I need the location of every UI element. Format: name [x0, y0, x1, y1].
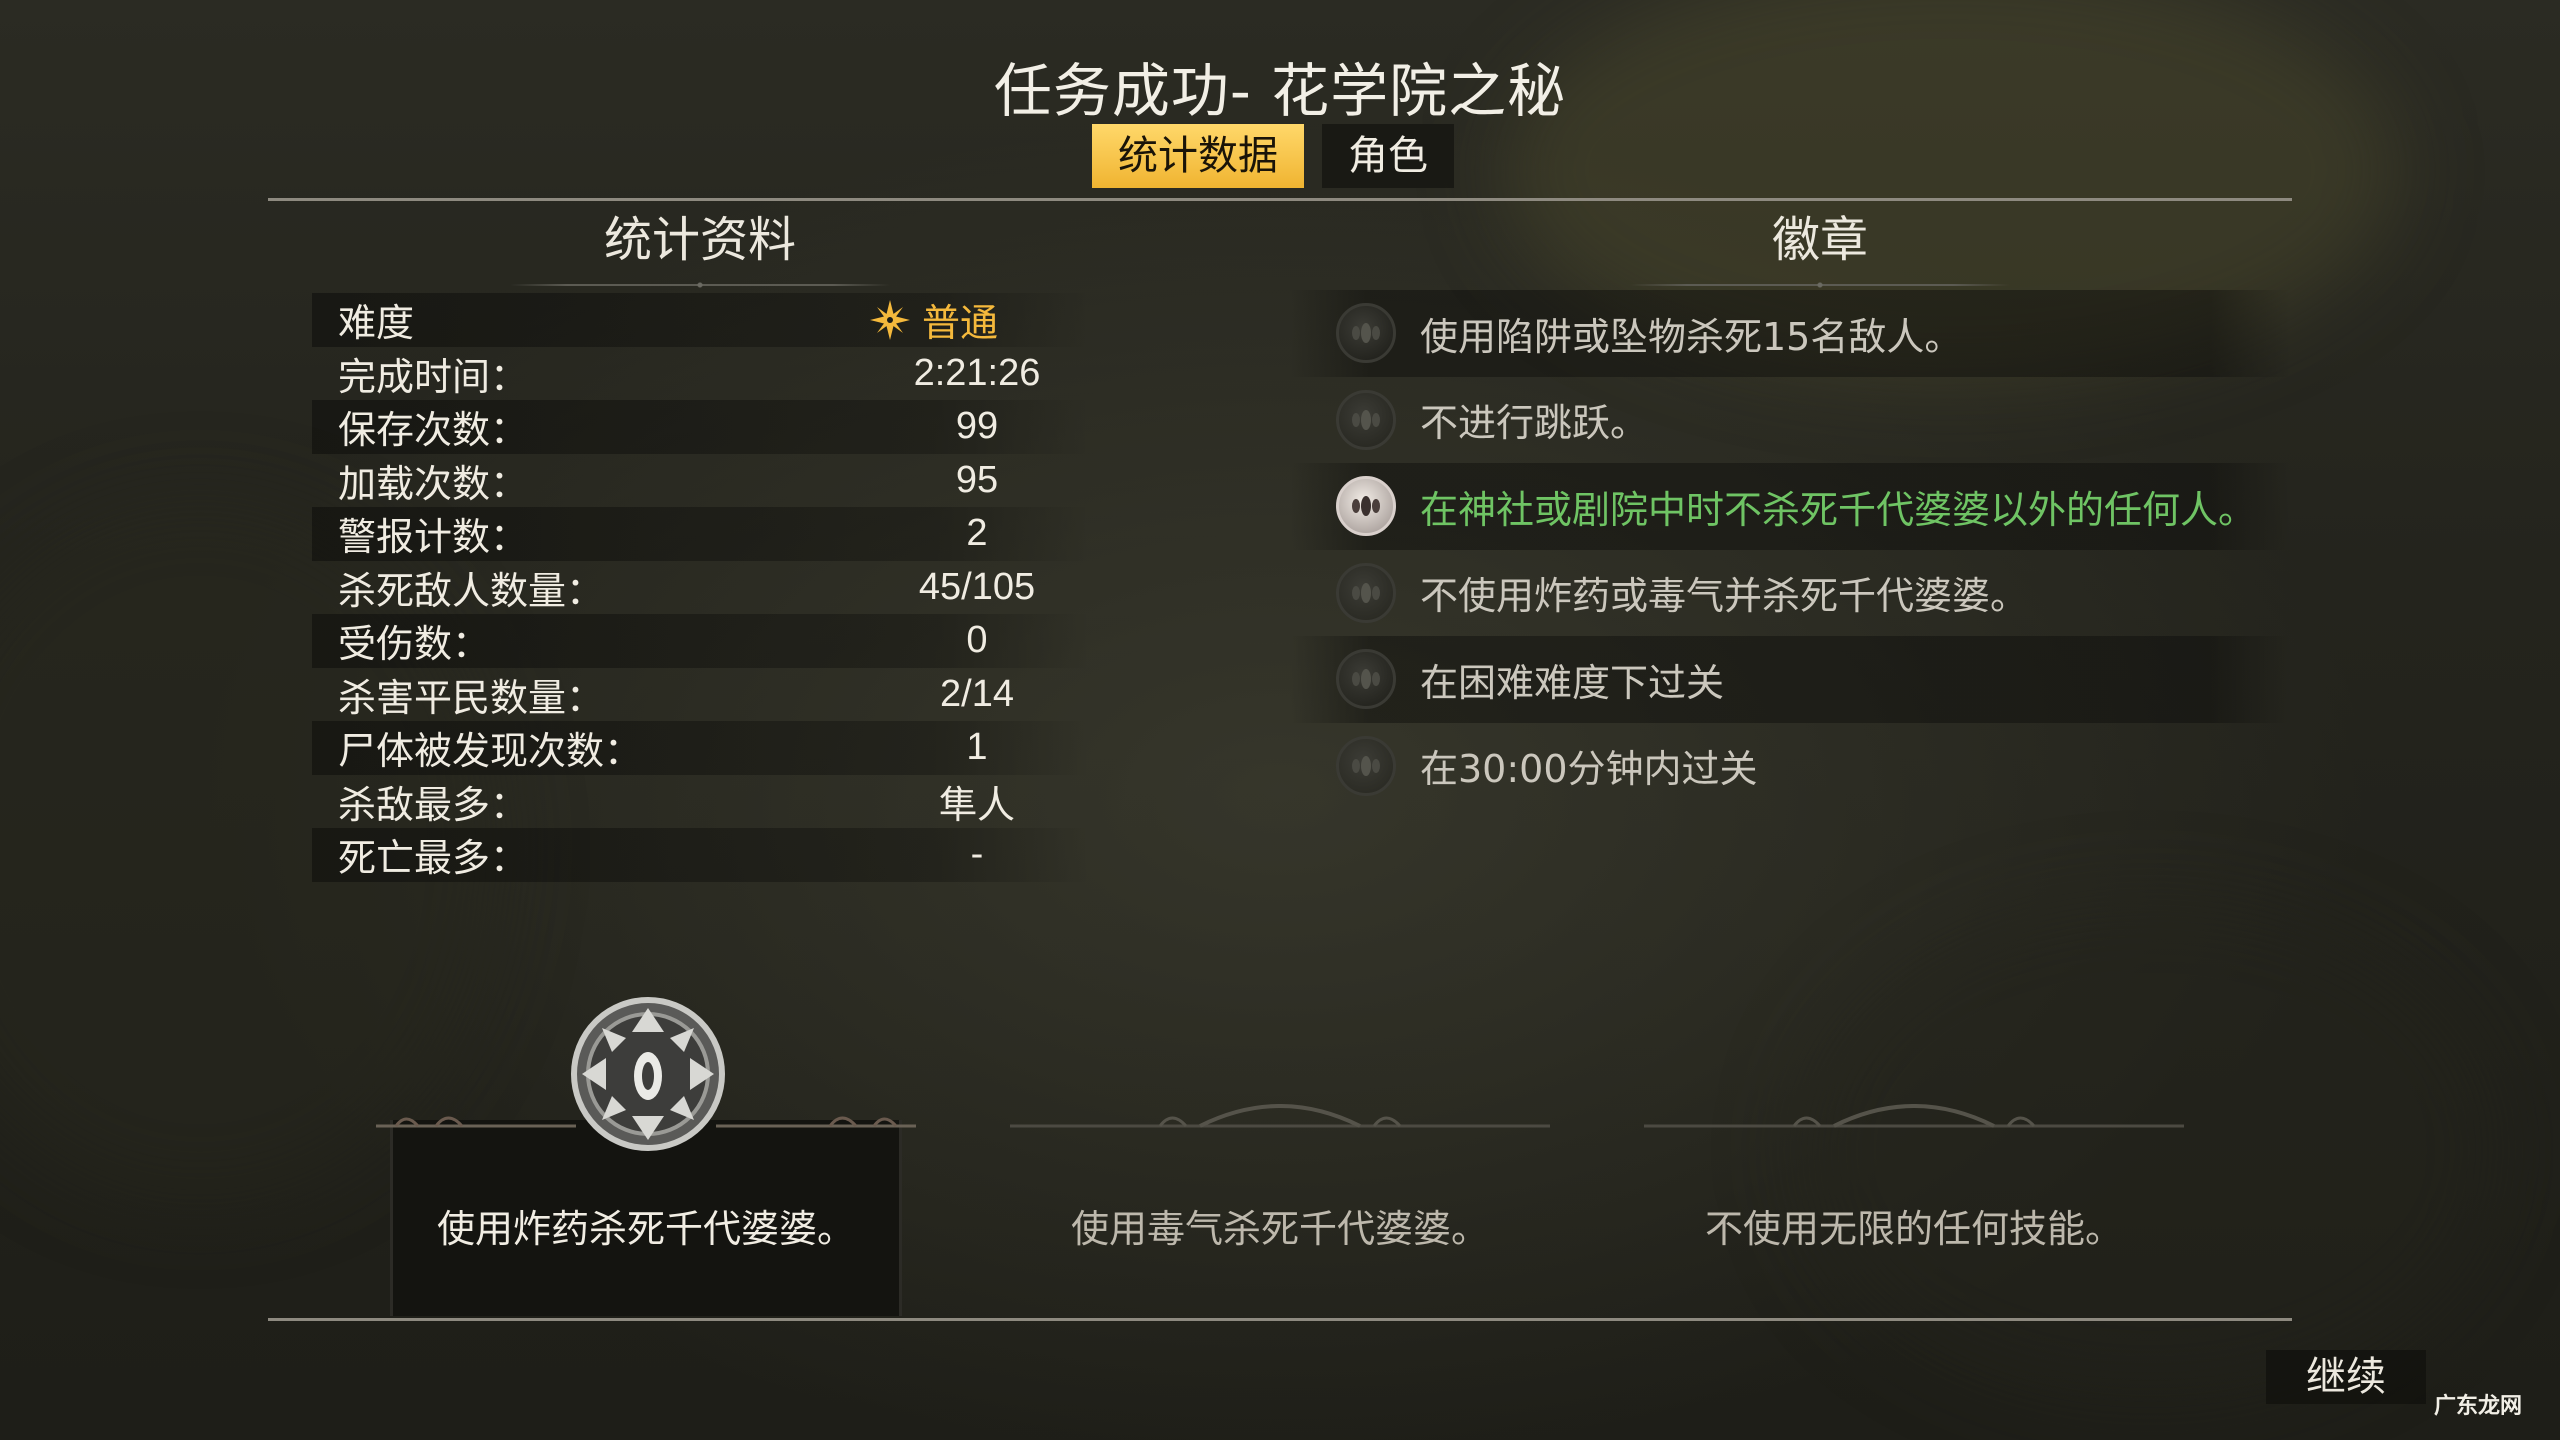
badge-medal-earned-icon — [1336, 476, 1396, 537]
stat-row: 完成时间： 2:21:26 — [312, 347, 1090, 401]
badge-list: 使用陷阱或坠物杀死15名敌人。 不进行跳跃。 在神社或剧院中时不杀死千代婆婆以外… — [1290, 290, 2290, 809]
watermark: 广东龙网 — [2433, 1394, 2522, 1419]
stat-label: 受伤数： — [338, 622, 491, 667]
challenge-text: 不使用无限的任何技能。 — [1704, 1207, 2123, 1251]
stat-value: 2:21:26 — [913, 351, 1041, 394]
challenge-text: 使用毒气杀死千代婆婆。 — [1070, 1207, 1489, 1251]
stat-label: 杀死敌人数量： — [338, 568, 605, 613]
stat-label: 难度 — [338, 301, 415, 346]
badges-heading: 徽章 — [1620, 200, 2020, 292]
stat-value: - — [970, 833, 984, 876]
stat-row: 加载次数： 95 — [312, 454, 1090, 508]
tab-statistics[interactable]: 统计数据 — [1092, 124, 1304, 188]
stat-value: 1 — [966, 726, 988, 769]
badges-heading-label: 徽章 — [1771, 212, 1868, 268]
stat-value: 0 — [966, 619, 988, 662]
stat-label: 加载次数： — [338, 461, 529, 506]
stat-row: 杀死敌人数量： 45/105 — [312, 561, 1090, 615]
challenge-card[interactable]: 使用毒气杀死千代婆婆。 — [1010, 1070, 1550, 1310]
stat-value: 99 — [955, 405, 999, 448]
tab-bar: 统计数据 角色 — [1092, 124, 1454, 188]
badge-text: 使用陷阱或坠物杀死15名敌人。 — [1420, 314, 1963, 359]
stat-value: 45/105 — [918, 565, 1036, 608]
stats-heading-label: 统计资料 — [603, 212, 796, 268]
bottom-divider — [268, 1318, 2292, 1321]
stat-value: 95 — [955, 458, 999, 501]
stats-heading: 统计资料 — [480, 200, 920, 292]
badge-item[interactable]: 不使用炸药或毒气并杀死千代婆婆。 — [1290, 550, 2290, 637]
stat-label: 杀敌最多： — [338, 782, 529, 827]
badge-item[interactable]: 在困难难度下过关 — [1290, 636, 2290, 723]
badge-item[interactable]: 在30:00分钟内过关 — [1290, 723, 2290, 810]
badge-text: 在困难难度下过关 — [1420, 660, 1725, 705]
badge-medal-icon — [1336, 389, 1396, 450]
badge-text: 在30:00分钟内过关 — [1420, 747, 1758, 792]
stat-value: 2 — [966, 512, 988, 555]
challenge-card[interactable]: 不使用无限的任何技能。 — [1644, 1070, 2184, 1310]
continue-button[interactable]: 继续 — [2266, 1350, 2426, 1404]
stats-heading-ornament — [510, 278, 890, 292]
badge-text: 在神社或剧院中时不杀死千代婆婆以外的任何人。 — [1420, 487, 2257, 532]
stat-row: 死亡最多： - — [312, 828, 1090, 882]
badge-medal-icon — [1336, 562, 1396, 623]
badge-medal-icon — [1336, 735, 1396, 796]
vine-ornament — [1644, 1104, 2184, 1128]
vine-ornament — [1010, 1104, 1550, 1128]
badge-item[interactable]: 使用陷阱或坠物杀死15名敌人。 — [1290, 290, 2290, 377]
stat-row-difficulty: 难度 普通 — [312, 293, 1090, 347]
stat-label: 完成时间： — [338, 354, 529, 399]
difficulty-text: 普通 — [922, 303, 999, 346]
badge-text: 不使用炸药或毒气并杀死千代婆婆。 — [1420, 574, 2029, 619]
challenge-text: 使用炸药杀死千代婆婆。 — [436, 1207, 855, 1251]
badge-medal-icon — [1336, 303, 1396, 364]
stat-row: 尸体被发现次数： 1 — [312, 721, 1090, 775]
badge-text: 不进行跳跃。 — [1420, 401, 1649, 446]
shuriken-icon — [868, 298, 912, 342]
stat-label: 保存次数： — [338, 408, 529, 453]
stat-row: 杀害平民数量： 2/14 — [312, 668, 1090, 722]
page-title: 任务成功- 花学院之秘 — [993, 57, 1567, 125]
stat-label: 杀害平民数量： — [338, 675, 605, 720]
badge-medal-icon — [1336, 649, 1396, 710]
badge-item[interactable]: 不进行跳跃。 — [1290, 377, 2290, 464]
stat-value-difficulty: 普通 — [870, 292, 1076, 347]
stat-label: 警报计数： — [338, 515, 529, 560]
stat-value: 隼人 — [938, 784, 1015, 827]
tab-characters[interactable]: 角色 — [1322, 124, 1454, 188]
stat-row: 受伤数： 0 — [312, 614, 1090, 668]
stat-row: 保存次数： 99 — [312, 400, 1090, 454]
stat-row: 警报计数： 2 — [312, 507, 1090, 561]
stat-label: 尸体被发现次数： — [338, 729, 643, 774]
stats-table: 难度 普通 完成时间： 2:21:26 保存次数： 99 加载次数： 95 警报… — [312, 293, 1090, 882]
badge-item-earned[interactable]: 在神社或剧院中时不杀死千代婆婆以外的任何人。 — [1290, 463, 2290, 550]
stat-row: 杀敌最多： 隼人 — [312, 775, 1090, 829]
challenge-medal-icon — [571, 997, 725, 1151]
stat-label: 死亡最多： — [338, 836, 529, 881]
stat-value: 2/14 — [940, 672, 1014, 715]
